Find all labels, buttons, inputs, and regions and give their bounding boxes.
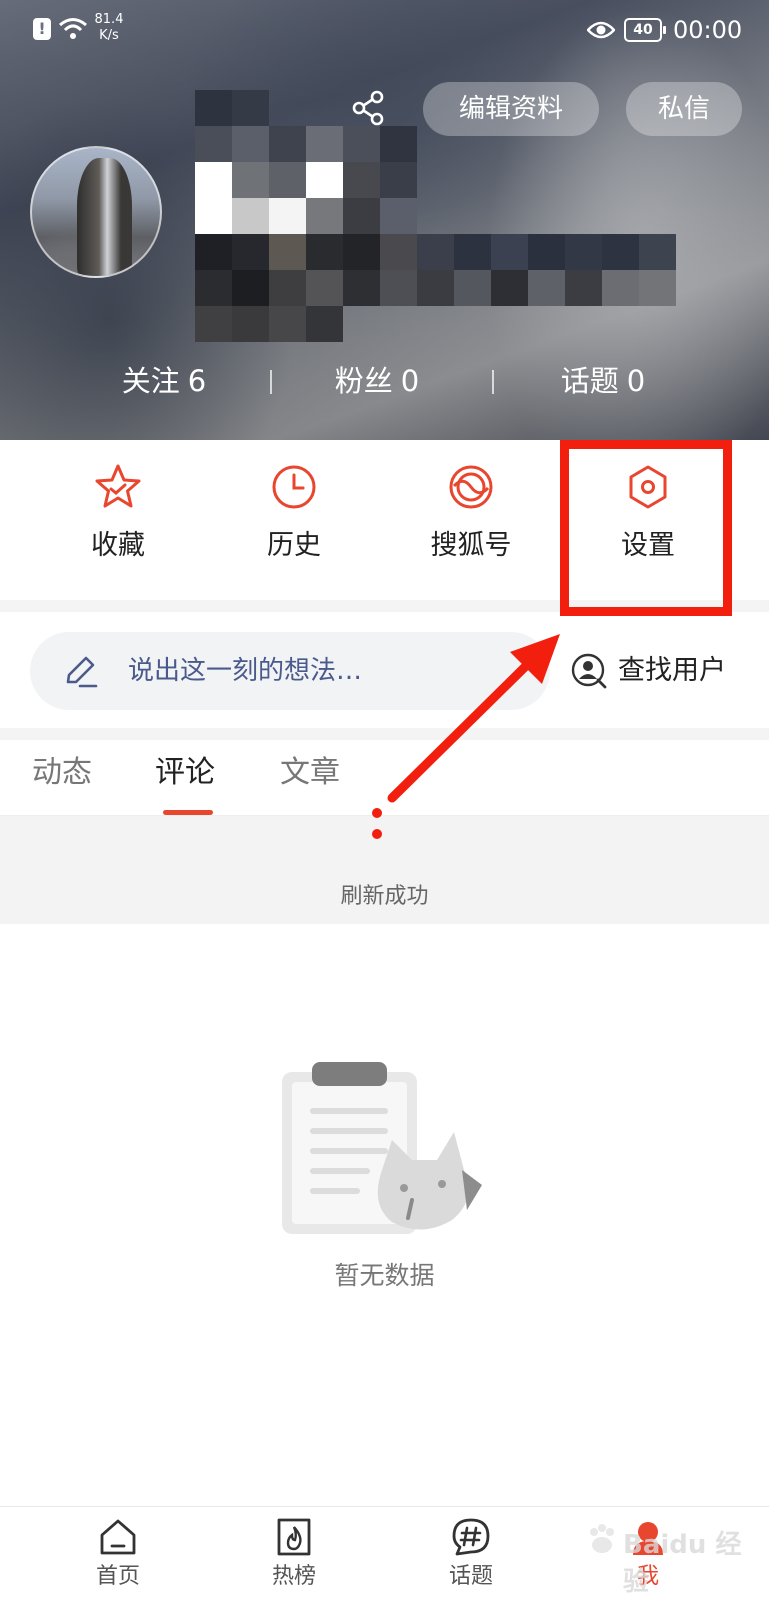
avatar-image xyxy=(77,158,132,276)
share-icon[interactable] xyxy=(349,88,389,128)
sohu-account-icon xyxy=(449,465,493,509)
alert-icon xyxy=(33,18,51,40)
nav-home[interactable]: 首页 xyxy=(30,1507,206,1600)
baidu-paw-icon xyxy=(590,1524,614,1553)
tab-comments[interactable]: 评论 xyxy=(155,750,215,796)
eye-comfort-icon xyxy=(587,21,615,39)
edit-profile-button[interactable]: 编辑资料 xyxy=(423,82,599,136)
status-bar: 81.4 K/s 40 00:00 xyxy=(0,0,769,62)
clock-icon xyxy=(272,465,316,509)
tab-moments[interactable]: 动态 xyxy=(32,750,92,796)
wifi-icon xyxy=(59,18,87,39)
network-speed: 81.4 K/s xyxy=(94,12,124,43)
followers-stat[interactable]: 粉丝 0 xyxy=(267,356,487,406)
battery-indicator: 40 xyxy=(624,18,666,42)
empty-state-text: 暂无数据 xyxy=(334,1261,435,1290)
topics-stat[interactable]: 话题 0 xyxy=(493,356,713,406)
profile-stats: 关注 6 粉丝 0 话题 0 xyxy=(0,356,769,406)
history-button[interactable]: 历史 xyxy=(206,440,382,600)
hot-list-icon xyxy=(277,1518,311,1556)
annotation-arrow-icon xyxy=(372,634,560,839)
baidu-jingyan-watermark: Baidu 经验 xyxy=(585,1516,765,1597)
pen-icon xyxy=(66,656,98,688)
active-tab-indicator xyxy=(163,810,213,815)
nav-topics[interactable]: 话题 xyxy=(383,1507,559,1600)
empty-clipboard-illustration xyxy=(282,1062,482,1234)
post-placeholder: 说出这一刻的想法… xyxy=(128,656,363,686)
private-message-button[interactable]: 私信 xyxy=(626,82,742,136)
following-stat[interactable]: 关注 6 xyxy=(54,356,274,406)
home-icon xyxy=(100,1519,136,1555)
annotation-highlight-box xyxy=(560,440,732,616)
profile-header: 81.4 K/s 40 00:00 编辑资料 私信 xyxy=(0,0,769,440)
topic-icon xyxy=(452,1518,490,1556)
refresh-message: 刷新成功 xyxy=(340,884,429,909)
star-icon xyxy=(95,464,141,508)
avatar[interactable] xyxy=(30,146,162,278)
tab-articles[interactable]: 文章 xyxy=(280,750,340,796)
find-user-button[interactable]: 查找用户 xyxy=(570,640,760,700)
nav-hot-list[interactable]: 热榜 xyxy=(206,1507,382,1600)
clock-time: 00:00 xyxy=(673,16,743,44)
favorites-button[interactable]: 收藏 xyxy=(30,440,206,600)
sohu-account-button[interactable]: 搜狐号 xyxy=(383,440,559,600)
